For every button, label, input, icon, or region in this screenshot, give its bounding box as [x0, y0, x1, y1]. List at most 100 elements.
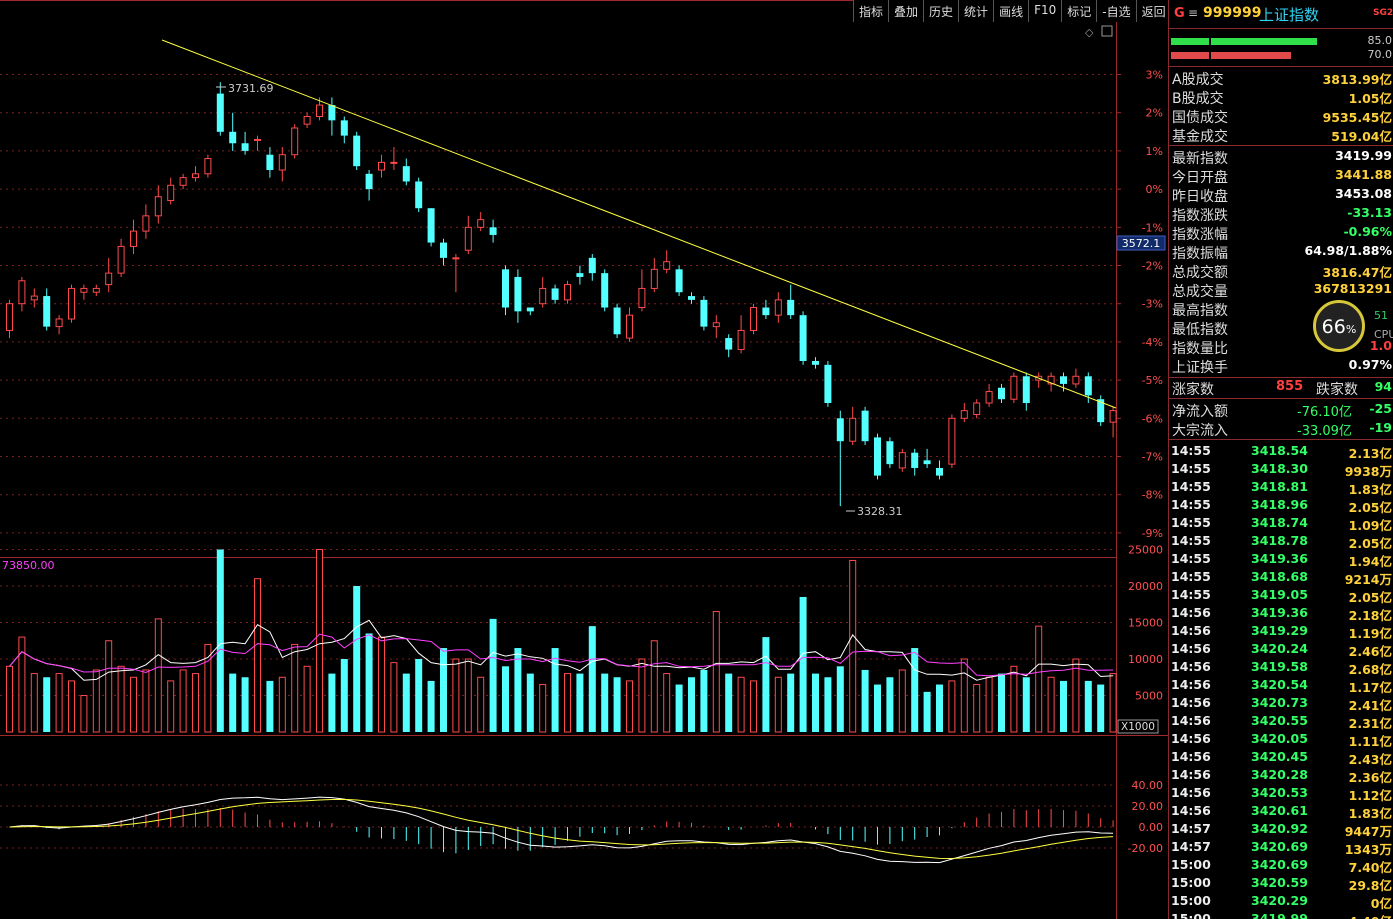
candle-up — [973, 402, 981, 415]
candle-down — [923, 460, 931, 465]
volume-bar-up — [68, 680, 75, 733]
volume-bar-down — [812, 673, 819, 732]
separator — [1169, 398, 1393, 399]
candle-down — [440, 242, 447, 258]
tick-row: 15:00 3420.69 7.40亿 — [1169, 856, 1393, 875]
volume-ma10-line — [9, 633, 1114, 677]
candle-down — [340, 120, 348, 136]
volume-axis-label: 10000 — [1128, 653, 1163, 666]
toolbar-button-3[interactable]: 统计 — [958, 0, 994, 22]
tick-time: 14:55 — [1171, 587, 1211, 602]
volume-multiplier-label: X1000 — [1121, 721, 1155, 733]
index-label: 指数振幅 — [1172, 246, 1228, 262]
candle-up — [737, 329, 745, 351]
macd-dif-line — [9, 796, 1114, 864]
candle-down — [353, 135, 361, 167]
tick-row: 14:56 3420.54 1.17亿 — [1169, 676, 1393, 695]
volume-bar-up — [1035, 625, 1043, 733]
quote-header: G ≡ 999999 上证指数 SG2 — [1169, 0, 1393, 28]
up-count-value: 855 — [1276, 379, 1304, 394]
market-value: 9535.45亿 — [1322, 110, 1392, 125]
index-value: 3419.99 — [1335, 148, 1392, 163]
tick-price: 3420.69 — [1251, 857, 1308, 872]
tick-row: 14:55 3418.68 9214万 — [1169, 568, 1393, 587]
candle-down — [43, 296, 51, 327]
volume-bar-up — [663, 673, 671, 733]
candle-down — [688, 296, 695, 300]
candle-down — [824, 364, 832, 404]
candle-down — [415, 181, 423, 209]
tick-row: 14:56 3420.05 1.11亿 — [1169, 730, 1393, 749]
toolbar-button-8[interactable]: 返回 — [1135, 0, 1171, 22]
flow-value-2: -19 — [1369, 420, 1392, 435]
volume-bar-up — [378, 636, 385, 733]
index-label: 昨日收盘 — [1172, 189, 1228, 205]
cpu-percent-unit: % — [1345, 323, 1357, 336]
toolbar-button-6[interactable]: 标记 — [1061, 0, 1097, 22]
toolbar-button-5[interactable]: F10 — [1028, 0, 1062, 22]
toolbar-button-4[interactable]: 画线 — [993, 0, 1029, 22]
volume-bar-up — [650, 640, 658, 733]
index-row: 总成交量 367813291 — [1169, 280, 1393, 300]
candle-down — [762, 307, 770, 316]
tick-row: 14:55 3418.81 1.83亿 — [1169, 478, 1393, 497]
volume-bar-down — [1022, 677, 1030, 732]
candle-down — [911, 452, 919, 468]
toolbar-button-2[interactable]: 历史 — [923, 0, 959, 22]
chart-area[interactable]: 3% 2% 1% 0% -1% -2% -3% -4% -5% -6% -7% -8% -9% 3572.… — [0, 0, 1168, 919]
market-row: 国债成交 9535.45亿 — [1169, 106, 1393, 126]
group-badge[interactable]: G — [1174, 6, 1185, 21]
candle-down — [1022, 376, 1030, 404]
candle-down — [613, 307, 621, 335]
volume-bar-down — [861, 669, 869, 732]
tick-time: 14:57 — [1171, 821, 1211, 836]
tick-time: 14:55 — [1171, 569, 1211, 584]
index-value: 3441.88 — [1335, 167, 1392, 182]
market-label: A股成交 — [1172, 72, 1224, 88]
volume-bar-down — [588, 626, 596, 732]
candle-up — [105, 272, 113, 286]
tick-time: 14:56 — [1171, 677, 1211, 692]
price-axis-label: -9% — [1142, 527, 1163, 540]
volume-bar-down — [266, 680, 274, 732]
candle-up — [6, 303, 13, 331]
index-value: 3453.08 — [1335, 186, 1392, 201]
candle-down — [576, 273, 584, 277]
toolbar-button-1[interactable]: 叠加 — [888, 0, 924, 22]
tick-price: 3418.74 — [1251, 515, 1308, 530]
candle-up — [663, 261, 671, 270]
volume-axis-label: 20000 — [1128, 580, 1163, 593]
market-value: 519.04亿 — [1331, 129, 1392, 144]
tick-time: 14:55 — [1171, 461, 1211, 476]
tick-price: 3419.99 — [1251, 911, 1308, 919]
cpu-gauge: 66% — [1313, 300, 1365, 352]
toolbar-button-0[interactable]: 指标 — [853, 0, 889, 22]
candle-up — [80, 287, 88, 293]
volume-bar-up — [179, 669, 187, 733]
volume-bar-up — [849, 559, 857, 733]
price-axis-label: -8% — [1142, 489, 1163, 502]
volume-ma5-line — [9, 619, 1114, 681]
tick-price: 3418.78 — [1251, 533, 1308, 548]
candle-down — [936, 467, 943, 476]
candle-up — [452, 257, 460, 260]
volume-bar-down — [415, 659, 423, 732]
tick-price: 3420.55 — [1251, 713, 1308, 728]
index-label: 上证换手 — [1172, 360, 1228, 376]
volume-bar-down — [43, 677, 51, 732]
strength-bar-right — [1211, 52, 1291, 59]
tick-row: 14:56 3420.55 2.31亿 — [1169, 712, 1393, 731]
tick-row: 14:56 3420.45 2.43亿 — [1169, 748, 1393, 767]
menu-icon[interactable]: ≡ — [1188, 6, 1198, 20]
candle-down — [700, 299, 708, 327]
tick-price: 3420.69 — [1251, 839, 1308, 854]
tick-price: 3419.36 — [1251, 551, 1308, 566]
tick-time: 14:56 — [1171, 623, 1211, 638]
tick-price: 3420.92 — [1251, 821, 1308, 836]
volume-bar-down — [427, 680, 435, 732]
index-row: 上证换手 0.97% — [1169, 356, 1393, 376]
toolbar-button-7[interactable]: -自选 — [1096, 0, 1136, 22]
volume-bar-up — [254, 578, 261, 733]
flow-label: 大宗流入 — [1172, 423, 1228, 439]
volume-bar-down — [241, 677, 249, 732]
